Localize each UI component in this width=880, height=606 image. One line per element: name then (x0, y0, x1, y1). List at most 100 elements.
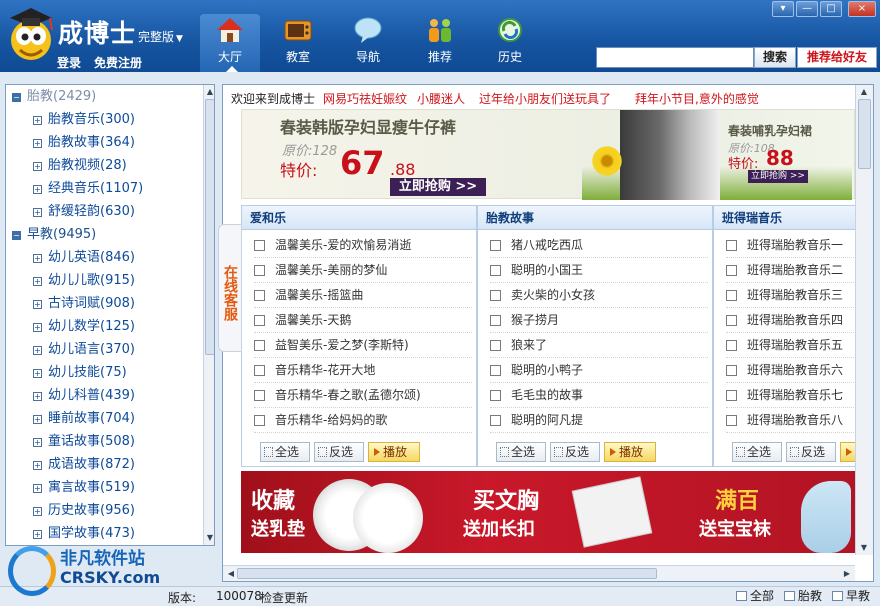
list-item-label[interactable]: 益智美乐-爱之梦(李斯特) (275, 338, 409, 352)
item-checkbox[interactable] (726, 315, 737, 326)
list-item[interactable]: 聪明的阿凡提 (490, 408, 708, 433)
invert-selection-button[interactable]: 反选 (550, 442, 600, 462)
item-checkbox[interactable] (254, 365, 265, 376)
collapse-icon[interactable]: − (12, 93, 21, 102)
expand-icon[interactable]: + (33, 208, 42, 217)
tree-item[interactable]: + 胎教视频(28) (33, 156, 127, 176)
list-item[interactable]: 温馨美乐-爱的欢愉易消逝 (254, 233, 472, 258)
tree-item[interactable]: + 幼儿科普(439) (33, 386, 135, 406)
expand-icon[interactable]: + (33, 507, 42, 516)
list-item[interactable]: 班得瑞胎教音乐五 (726, 333, 858, 358)
list-item-label[interactable]: 班得瑞胎教音乐四 (747, 313, 843, 327)
item-checkbox[interactable] (490, 415, 501, 426)
tree-item[interactable]: + 幼儿儿歌(915) (33, 271, 135, 291)
horizontal-scroll-thumb[interactable] (237, 568, 657, 579)
item-checkbox[interactable] (254, 240, 265, 251)
list-item-label[interactable]: 聪明的小国王 (511, 263, 583, 277)
list-item-label[interactable]: 班得瑞胎教音乐七 (747, 388, 843, 402)
expand-icon[interactable]: + (33, 139, 42, 148)
list-item-label[interactable]: 音乐精华-花开大地 (275, 363, 375, 377)
tree-item[interactable]: + 幼儿语言(370) (33, 340, 135, 360)
notice-link[interactable]: 网易巧祛妊娠纹 (323, 90, 407, 107)
expand-icon[interactable]: + (33, 185, 42, 194)
list-item[interactable]: 聪明的小国王 (490, 258, 708, 283)
list-item-label[interactable]: 狼来了 (511, 338, 547, 352)
list-item-label[interactable]: 猴子捞月 (511, 313, 559, 327)
list-item-label[interactable]: 温馨美乐-爱的欢愉易消逝 (275, 238, 411, 252)
item-checkbox[interactable] (490, 365, 501, 376)
item-checkbox[interactable] (254, 315, 265, 326)
list-item[interactable]: 卖火柴的小女孩 (490, 283, 708, 308)
content-scroll-thumb[interactable] (858, 99, 871, 169)
item-checkbox[interactable] (254, 390, 265, 401)
expand-icon[interactable]: + (33, 438, 42, 447)
promo-ad-banner[interactable]: 收藏 送乳垫 买文胸 送加长扣 满百 送宝宝袜 (241, 471, 855, 553)
list-item[interactable]: 猪八戒吃西瓜 (490, 233, 708, 258)
item-checkbox[interactable] (490, 290, 501, 301)
filter-all-tab[interactable]: 全部 (736, 588, 774, 604)
scroll-up-icon[interactable]: ▲ (204, 85, 214, 98)
list-item[interactable]: 益智美乐-爱之梦(李斯特) (254, 333, 472, 358)
item-checkbox[interactable] (254, 415, 265, 426)
expand-icon[interactable]: + (33, 484, 42, 493)
list-item-label[interactable]: 班得瑞胎教音乐三 (747, 288, 843, 302)
search-button[interactable]: 搜索 (754, 47, 796, 68)
list-item-label[interactable]: 班得瑞胎教音乐五 (747, 338, 843, 352)
online-service-tab[interactable]: 在线客服 (218, 224, 242, 352)
list-item[interactable]: 班得瑞胎教音乐四 (726, 308, 858, 333)
notice-link[interactable]: 过年给小朋友们送玩具了 (479, 90, 611, 107)
invert-selection-button[interactable]: 反选 (314, 442, 364, 462)
list-item[interactable]: 聪明的小鸭子 (490, 358, 708, 383)
nav-classroom[interactable]: 教室 (268, 14, 328, 72)
tree-item[interactable]: + 幼儿数学(125) (33, 317, 135, 337)
filter-prenatal-tab[interactable]: 胎教 (784, 588, 822, 604)
list-item[interactable]: 音乐精华-春之歌(孟德尔颂) (254, 383, 472, 408)
item-checkbox[interactable] (726, 240, 737, 251)
item-checkbox[interactable] (726, 290, 737, 301)
nav-recommend[interactable]: 推荐 (410, 14, 470, 72)
expand-icon[interactable]: + (33, 392, 42, 401)
scroll-left-icon[interactable]: ◀ (225, 567, 237, 580)
maternity-ad-banner[interactable]: 春装韩版孕妇显瘦牛仔裤 原价:128 特价: 67 .88 立即抢购 >> 春装… (241, 109, 855, 200)
horizontal-scrollbar[interactable]: ◀ ▶ (223, 565, 855, 581)
ad-buy-button[interactable]: 立即抢购 >> (390, 178, 486, 196)
tree-item[interactable]: + 古诗词赋(908) (33, 294, 135, 314)
play-button[interactable]: 播放 (368, 442, 420, 462)
list-item[interactable]: 班得瑞胎教音乐二 (726, 258, 858, 283)
tree-item[interactable]: + 胎教故事(364) (33, 133, 135, 153)
scroll-down-icon[interactable]: ▼ (204, 531, 214, 544)
list-item-label[interactable]: 卖火柴的小女孩 (511, 288, 595, 302)
content-scrollbar[interactable]: ▲ ▼ (855, 85, 873, 555)
nav-guide[interactable]: 导航 (338, 14, 398, 72)
expand-icon[interactable]: + (33, 162, 42, 171)
item-checkbox[interactable] (490, 340, 501, 351)
item-checkbox[interactable] (726, 265, 737, 276)
search-input[interactable] (596, 47, 754, 68)
notice-link[interactable]: 拜年小节目,意外的感觉 (635, 90, 759, 107)
expand-icon[interactable]: + (33, 300, 42, 309)
minimize-button[interactable]: — (796, 1, 818, 17)
tree-item[interactable]: + 经典音乐(1107) (33, 179, 143, 199)
tree-item[interactable]: + 成语故事(872) (33, 455, 135, 475)
scroll-up-icon[interactable]: ▲ (856, 85, 872, 98)
item-checkbox[interactable] (726, 390, 737, 401)
list-item[interactable]: 毛毛虫的故事 (490, 383, 708, 408)
list-item[interactable]: 温馨美乐-美丽的梦仙 (254, 258, 472, 283)
skin-menu-button[interactable]: ▾ (772, 1, 794, 17)
expand-icon[interactable]: + (33, 346, 42, 355)
filter-early-tab[interactable]: 早教 (832, 588, 870, 604)
expand-icon[interactable]: + (33, 323, 42, 332)
list-item[interactable]: 班得瑞胎教音乐三 (726, 283, 858, 308)
list-item-label[interactable]: 班得瑞胎教音乐六 (747, 363, 843, 377)
item-checkbox[interactable] (490, 315, 501, 326)
select-all-button[interactable]: 全选 (732, 442, 782, 462)
notice-link[interactable]: 小腰迷人 (417, 90, 465, 107)
ad-buy-button-secondary[interactable]: 立即抢购 >> (748, 170, 808, 183)
sidebar-scroll-thumb[interactable] (205, 99, 214, 355)
item-checkbox[interactable] (254, 340, 265, 351)
tree-item[interactable]: + 童话故事(508) (33, 432, 135, 452)
list-item[interactable]: 狼来了 (490, 333, 708, 358)
list-item-label[interactable]: 班得瑞胎教音乐二 (747, 263, 843, 277)
expand-icon[interactable]: + (33, 277, 42, 286)
tree-item[interactable]: + 寓言故事(519) (33, 478, 135, 498)
